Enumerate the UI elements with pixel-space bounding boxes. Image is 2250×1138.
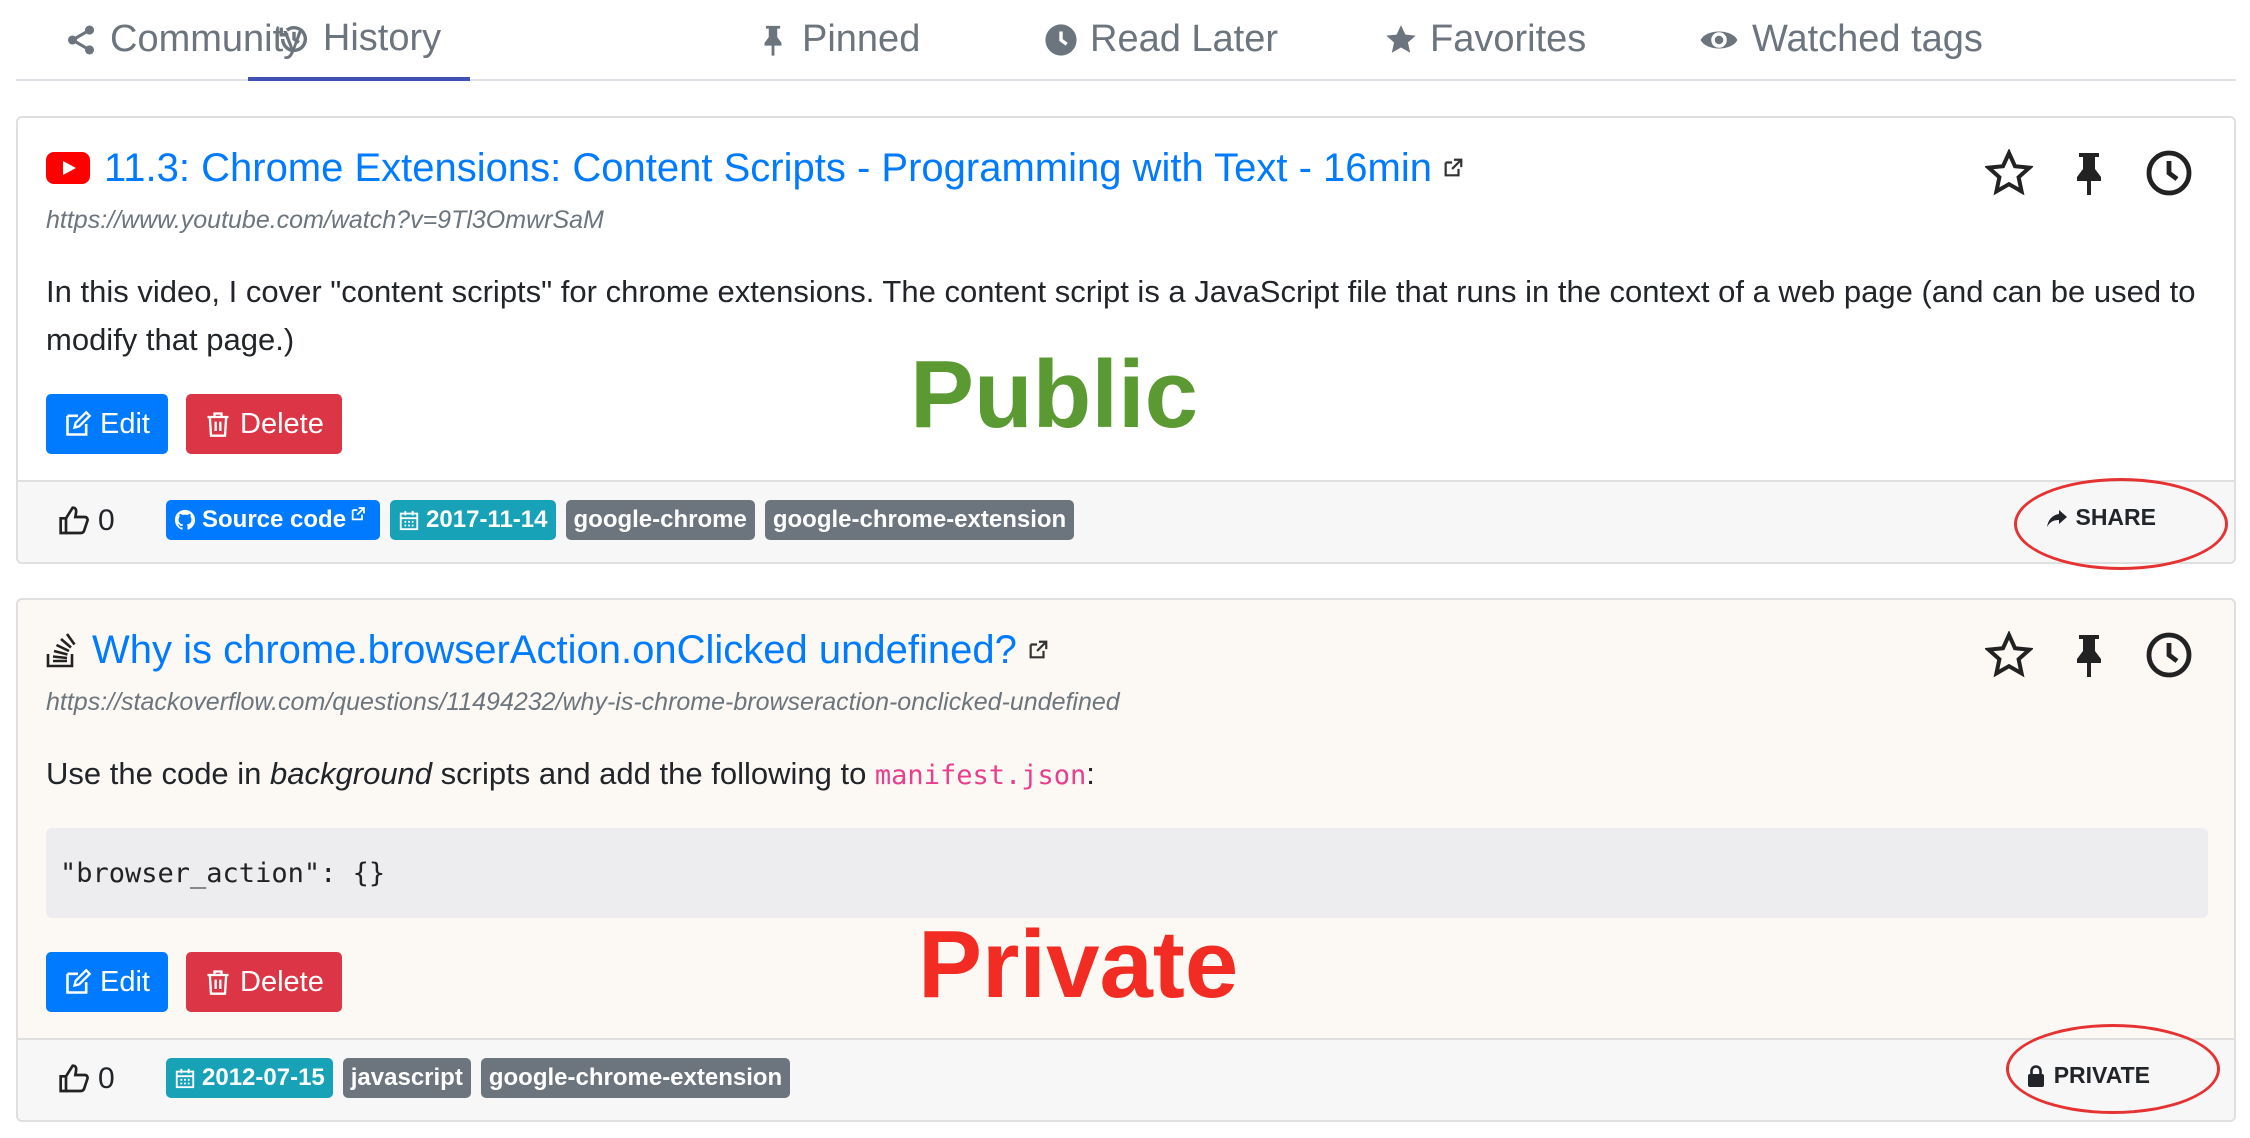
like-count: 0 <box>98 504 115 537</box>
bookmark-badges: Source code 2017-11-14 google-chrome goo… <box>166 500 1075 540</box>
thumbtack-icon <box>756 23 790 57</box>
share-highlight-ellipse <box>2014 478 2228 570</box>
bookmark-title-row: 11.3: Chrome Extensions: Content Scripts… <box>46 148 1464 188</box>
edit-label: Edit <box>100 407 150 440</box>
bookmark-actions <box>1984 630 2194 680</box>
external-link-icon[interactable] <box>1442 157 1464 179</box>
pin-icon[interactable] <box>2064 630 2114 680</box>
date-badge: 2017-11-14 <box>390 500 556 540</box>
bookmark-title-link[interactable]: 11.3: Chrome Extensions: Content Scripts… <box>104 148 1432 188</box>
tab-favorites[interactable]: Favorites <box>1384 0 1586 79</box>
read-later-clock-icon[interactable] <box>2144 630 2194 680</box>
source-code-label: Source code <box>202 506 347 533</box>
like-count: 0 <box>98 1062 115 1095</box>
like-button[interactable]: 0 <box>58 504 115 538</box>
delete-label: Delete <box>240 965 324 998</box>
description-text: Use the code in <box>46 756 271 791</box>
eye-icon <box>1698 23 1740 57</box>
favorite-star-icon[interactable] <box>1984 630 2034 680</box>
description-emphasis: background <box>270 756 433 791</box>
date-label: 2012-07-15 <box>202 1064 325 1091</box>
description-text: : <box>1086 756 1095 791</box>
tab-label: Watched tags <box>1752 18 1983 60</box>
like-button[interactable]: 0 <box>58 1062 115 1096</box>
tag-badge[interactable]: google-chrome-extension <box>764 500 1075 540</box>
tab-bar: Community History Pinned Read Later Favo… <box>16 0 2236 81</box>
share-nodes-icon <box>64 23 98 57</box>
thumbs-up-icon <box>59 506 89 535</box>
delete-button[interactable]: Delete <box>186 952 342 1012</box>
bookmark-description: Use the code in background scripts and a… <box>46 750 2216 800</box>
external-link-icon <box>351 507 365 521</box>
delete-label: Delete <box>240 407 324 440</box>
star-icon <box>1384 23 1418 57</box>
code-block: "browser_action": {} <box>46 828 2208 918</box>
tab-label: History <box>322 17 442 59</box>
bookmark-title-link[interactable]: Why is chrome.browserAction.onClicked un… <box>92 630 1017 670</box>
description-text: scripts and add the following to <box>432 756 875 791</box>
external-link-icon[interactable] <box>1027 639 1049 661</box>
pin-icon[interactable] <box>2064 148 2114 198</box>
date-label: 2017-11-14 <box>426 506 548 533</box>
tag-badge[interactable]: google-chrome <box>565 500 755 540</box>
history-icon <box>277 22 311 56</box>
calendar-icon <box>399 510 419 531</box>
description-code: manifest.json <box>874 760 1087 791</box>
stackoverflow-icon <box>46 632 78 668</box>
bookmark-title-row: Why is chrome.browserAction.onClicked un… <box>46 630 1049 670</box>
delete-button[interactable]: Delete <box>186 394 342 454</box>
edit-icon <box>66 968 92 994</box>
source-code-badge[interactable]: Source code <box>166 500 381 540</box>
clock-icon <box>1044 23 1078 57</box>
tab-watched-tags[interactable]: Watched tags <box>1698 0 1983 79</box>
bookmark-badges: 2012-07-15 javascript google-chrome-exte… <box>166 1058 791 1098</box>
thumbs-up-icon <box>59 1064 89 1093</box>
date-badge: 2012-07-15 <box>166 1058 333 1098</box>
tab-label: Read Later <box>1090 18 1279 60</box>
public-annotation: Public <box>910 341 1199 448</box>
private-annotation: Private <box>918 911 1239 1018</box>
youtube-icon <box>46 152 90 184</box>
edit-button[interactable]: Edit <box>46 394 168 454</box>
edit-label: Edit <box>100 965 150 998</box>
favorite-star-icon[interactable] <box>1984 148 2034 198</box>
bookmark-footer: 0 Source code 2017-11-14 google-chrome g… <box>18 480 2234 562</box>
tag-badge[interactable]: google-chrome-extension <box>480 1058 791 1098</box>
trash-icon <box>207 970 229 995</box>
bookmark-footer: 0 2012-07-15 javascript google-chrome-ex… <box>18 1038 2234 1120</box>
bookmark-card: Why is chrome.browserAction.onClicked un… <box>16 598 2236 1122</box>
tag-badge[interactable]: javascript <box>342 1058 471 1098</box>
edit-button[interactable]: Edit <box>46 952 168 1012</box>
bookmark-actions <box>1984 148 2194 198</box>
calendar-icon <box>175 1068 195 1089</box>
edit-icon <box>66 410 92 436</box>
trash-icon <box>207 412 229 437</box>
read-later-clock-icon[interactable] <box>2144 148 2194 198</box>
tab-label: Favorites <box>1430 18 1587 60</box>
tab-read-later[interactable]: Read Later <box>1044 0 1278 79</box>
private-highlight-ellipse <box>2006 1024 2220 1114</box>
bookmark-url[interactable]: https://www.youtube.com/watch?v=9Tl3Omwr… <box>46 206 604 235</box>
github-icon <box>174 509 196 530</box>
tab-history[interactable]: History <box>248 0 470 81</box>
tab-label: Pinned <box>802 18 921 60</box>
tab-pinned[interactable]: Pinned <box>756 0 920 79</box>
bookmark-url[interactable]: https://stackoverflow.com/questions/1149… <box>46 688 1120 717</box>
